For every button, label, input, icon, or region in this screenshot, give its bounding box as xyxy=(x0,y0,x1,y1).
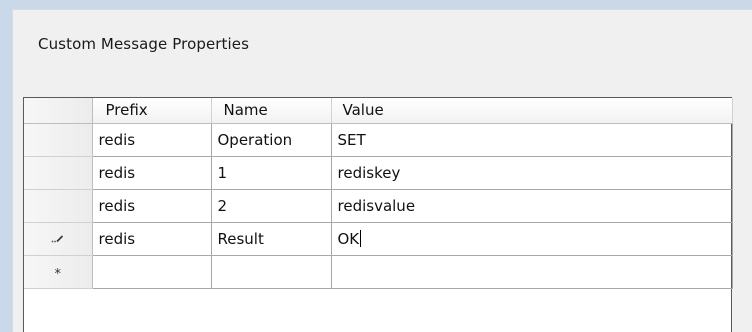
column-header-prefix[interactable]: Prefix xyxy=(92,98,212,124)
new-row[interactable]: * xyxy=(24,255,733,289)
text-caret xyxy=(360,229,362,247)
value-cell[interactable] xyxy=(331,255,733,289)
row-selector-editing[interactable] xyxy=(24,222,93,256)
value-edit-text[interactable]: OK xyxy=(338,230,360,248)
row-selector[interactable] xyxy=(24,189,93,223)
column-header-name[interactable]: Name xyxy=(211,98,332,124)
properties-table: Prefix Name Value redis Operation SET re… xyxy=(24,98,733,289)
table-row[interactable]: redis 1 rediskey xyxy=(24,156,733,190)
header-row: Prefix Name Value xyxy=(24,98,733,124)
properties-grid[interactable]: Prefix Name Value redis Operation SET re… xyxy=(23,97,733,332)
panel-title: Custom Message Properties xyxy=(38,35,250,53)
new-row-selector[interactable]: * xyxy=(24,255,93,289)
name-cell[interactable]: Operation xyxy=(211,123,332,157)
prefix-cell[interactable]: redis xyxy=(92,156,212,190)
value-cell[interactable]: rediskey xyxy=(331,156,733,190)
table-row[interactable]: redis Operation SET xyxy=(24,123,733,157)
prefix-cell[interactable]: redis xyxy=(92,123,212,157)
table-row[interactable]: redis 2 redisvalue xyxy=(24,189,733,223)
column-header-value[interactable]: Value xyxy=(331,98,733,124)
window-left-border xyxy=(0,0,12,332)
name-cell[interactable]: Result xyxy=(211,222,332,256)
prefix-cell[interactable]: redis xyxy=(92,189,212,223)
corner-header-cell[interactable] xyxy=(24,98,93,124)
value-cell-editing[interactable]: OK xyxy=(331,222,733,256)
row-selector[interactable] xyxy=(24,156,93,190)
custom-properties-window: Custom Message Properties Prefix Name Va… xyxy=(0,0,752,332)
name-cell[interactable]: 1 xyxy=(211,156,332,190)
name-cell[interactable] xyxy=(211,255,332,289)
name-cell[interactable]: 2 xyxy=(211,189,332,223)
row-selector[interactable] xyxy=(24,123,93,157)
prefix-cell[interactable]: redis xyxy=(92,222,212,256)
prefix-cell[interactable] xyxy=(92,255,212,289)
window-top-border xyxy=(0,0,752,9)
pencil-icon xyxy=(51,232,65,246)
table-row-editing[interactable]: redis Result OK xyxy=(24,222,733,256)
value-cell[interactable]: SET xyxy=(331,123,733,157)
value-cell[interactable]: redisvalue xyxy=(331,189,733,223)
star-icon: * xyxy=(54,267,62,282)
